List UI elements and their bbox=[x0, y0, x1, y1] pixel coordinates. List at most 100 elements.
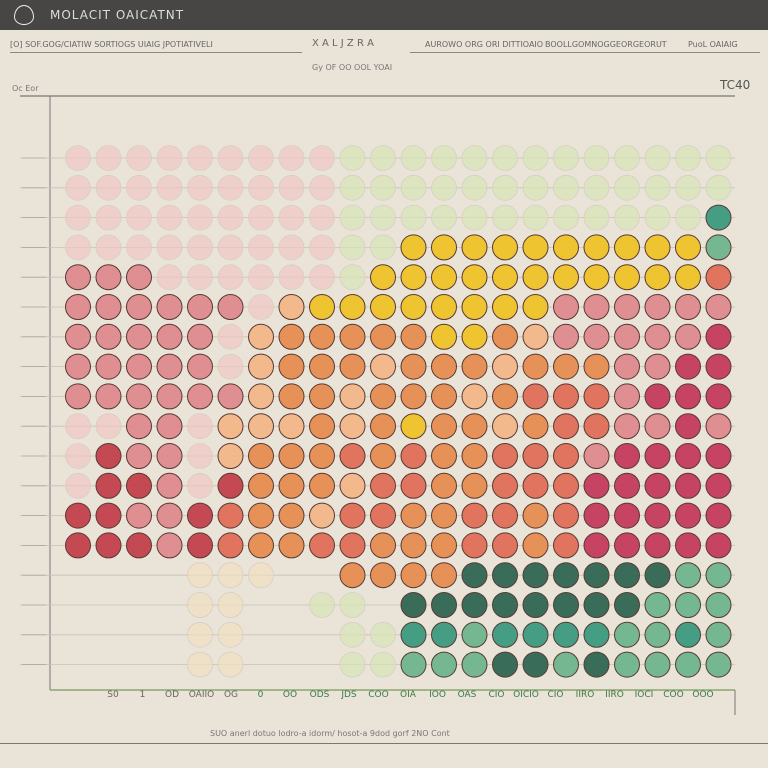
data-point bbox=[644, 294, 671, 320]
data-point bbox=[492, 502, 518, 529]
data-point bbox=[583, 145, 610, 171]
data-point bbox=[95, 353, 122, 380]
data-point bbox=[400, 592, 427, 618]
data-point bbox=[95, 443, 122, 469]
data-point bbox=[583, 651, 610, 678]
data-point bbox=[400, 204, 427, 231]
data-point bbox=[583, 472, 610, 499]
data-point bbox=[187, 651, 213, 678]
data-point bbox=[126, 502, 152, 529]
data-point bbox=[370, 472, 396, 499]
data-point bbox=[461, 592, 488, 618]
data-point bbox=[583, 204, 610, 231]
data-point bbox=[553, 413, 579, 440]
data-point bbox=[614, 383, 640, 410]
data-point bbox=[400, 413, 427, 440]
data-point bbox=[553, 443, 579, 469]
data-point bbox=[614, 264, 640, 291]
data-point bbox=[370, 651, 396, 678]
data-point bbox=[431, 532, 457, 559]
data-point bbox=[65, 532, 91, 559]
x-tick-label: 1 bbox=[140, 690, 146, 700]
data-point bbox=[431, 502, 457, 529]
data-point bbox=[522, 502, 549, 529]
data-point bbox=[614, 621, 640, 648]
data-point bbox=[614, 502, 640, 529]
data-point bbox=[400, 294, 427, 320]
data-point bbox=[156, 532, 183, 559]
data-point bbox=[309, 592, 335, 618]
data-point bbox=[65, 502, 91, 529]
data-point bbox=[492, 353, 518, 380]
data-point bbox=[65, 204, 91, 231]
data-point bbox=[95, 323, 122, 350]
data-point bbox=[400, 562, 427, 589]
data-point bbox=[126, 174, 152, 201]
data-point bbox=[156, 353, 183, 380]
data-point bbox=[95, 294, 122, 320]
data-point bbox=[431, 383, 457, 410]
data-point bbox=[705, 413, 732, 440]
data-point bbox=[461, 264, 488, 291]
data-point bbox=[309, 443, 335, 469]
data-point bbox=[644, 353, 671, 380]
data-point bbox=[370, 502, 396, 529]
data-point bbox=[339, 353, 366, 380]
data-point bbox=[217, 294, 244, 320]
data-point bbox=[248, 294, 274, 320]
data-point bbox=[370, 443, 396, 469]
data-point bbox=[339, 532, 366, 559]
data-point bbox=[522, 443, 549, 469]
data-point bbox=[187, 323, 213, 350]
data-point bbox=[248, 234, 274, 261]
data-point bbox=[461, 443, 488, 469]
data-point bbox=[400, 383, 427, 410]
data-point bbox=[217, 383, 244, 410]
data-point bbox=[339, 651, 366, 678]
data-point bbox=[309, 294, 335, 320]
data-point bbox=[126, 264, 152, 291]
x-tick-label: JDS bbox=[340, 690, 357, 700]
data-point bbox=[278, 323, 305, 350]
data-point bbox=[370, 621, 396, 648]
data-point bbox=[431, 443, 457, 469]
data-point bbox=[248, 562, 274, 589]
data-point bbox=[461, 562, 488, 589]
data-point bbox=[675, 562, 701, 589]
data-point bbox=[614, 234, 640, 261]
data-point bbox=[522, 651, 549, 678]
data-point bbox=[522, 413, 549, 440]
data-point bbox=[675, 383, 701, 410]
data-point bbox=[675, 592, 701, 618]
data-point bbox=[370, 264, 396, 291]
data-point bbox=[156, 204, 183, 231]
data-point bbox=[156, 502, 183, 529]
data-point bbox=[370, 294, 396, 320]
x-tick-label: OO bbox=[283, 690, 297, 700]
data-point bbox=[614, 532, 640, 559]
data-point bbox=[278, 174, 305, 201]
data-point bbox=[431, 592, 457, 618]
data-point bbox=[614, 204, 640, 231]
data-point bbox=[614, 472, 640, 499]
data-point bbox=[705, 264, 732, 291]
data-point bbox=[461, 532, 488, 559]
data-point bbox=[705, 234, 732, 261]
data-point bbox=[217, 651, 244, 678]
data-point bbox=[553, 264, 579, 291]
x-tick-label: ODS bbox=[310, 690, 330, 700]
data-point bbox=[187, 532, 213, 559]
data-point bbox=[644, 443, 671, 469]
data-point bbox=[156, 264, 183, 291]
data-point bbox=[492, 592, 518, 618]
data-point bbox=[339, 204, 366, 231]
data-point bbox=[156, 174, 183, 201]
data-point bbox=[522, 234, 549, 261]
data-point bbox=[309, 353, 335, 380]
data-point bbox=[583, 443, 610, 469]
data-point bbox=[339, 323, 366, 350]
data-point bbox=[187, 264, 213, 291]
data-point bbox=[65, 234, 91, 261]
x-tick-label: OAIIO bbox=[189, 690, 214, 700]
data-point bbox=[65, 264, 91, 291]
